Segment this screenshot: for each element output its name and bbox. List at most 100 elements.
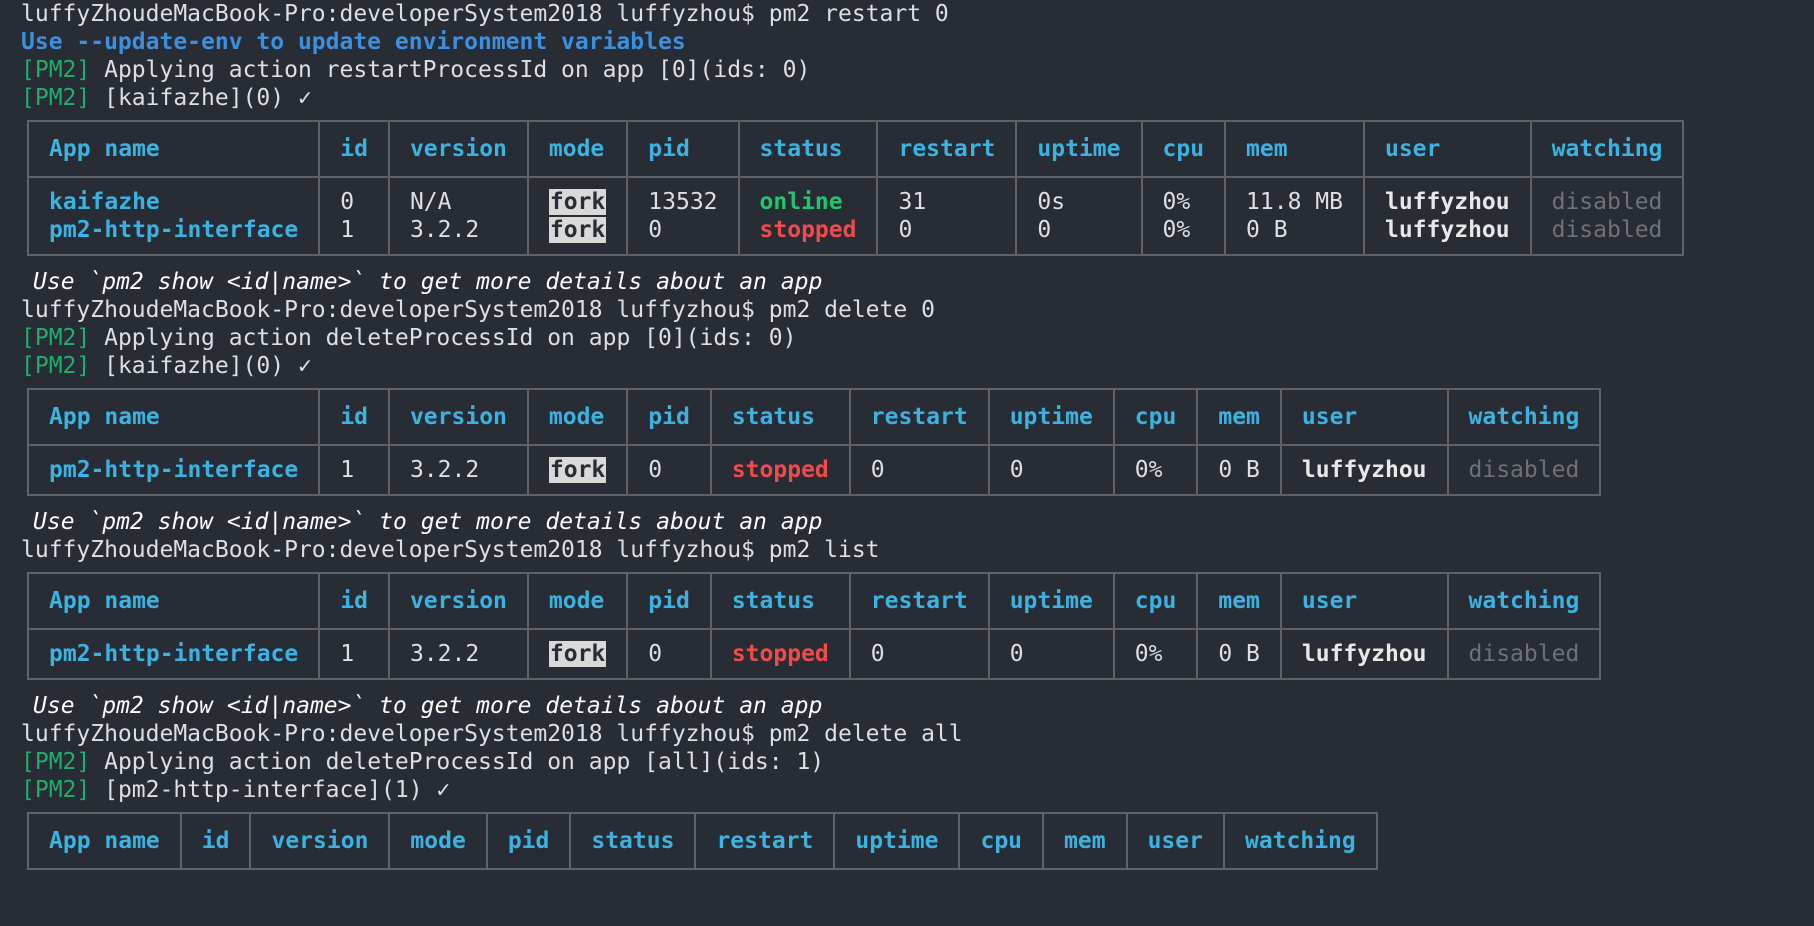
status-cell: online stopped: [737, 176, 879, 256]
cell-line: 0 B: [1246, 216, 1343, 244]
id-value: 0: [340, 189, 355, 215]
cell-line: 0 B: [1218, 456, 1260, 484]
process-table: App name id version mode pid status restart upt…: [26, 572, 1602, 680]
cell-line: 1: [340, 456, 368, 484]
status-value: stopped: [731, 457, 829, 483]
status-value: stopped: [759, 217, 857, 243]
column-header: mode: [526, 388, 629, 446]
cell-line: 0: [898, 216, 995, 244]
user-cell: luffyzhou luffyzhou: [1362, 176, 1532, 256]
cell-line: kaifazhe: [49, 188, 298, 216]
version-cell: 3.2.2: [387, 444, 529, 496]
cell-line: stopped: [732, 640, 829, 668]
column-header: mem: [1196, 388, 1282, 446]
column-header: watching: [1529, 120, 1685, 178]
column-header: mem: [1042, 812, 1128, 870]
id-cell: 1: [318, 444, 390, 496]
table-header-row: App name id version mode pid status restart upt…: [27, 812, 1378, 870]
cell-line: disabled: [1552, 188, 1663, 216]
process-table: App name id version mode pid status restart upt…: [27, 812, 1378, 870]
version-cell: N/A 3.2.2: [387, 176, 529, 256]
user-value: luffyzhou: [1301, 457, 1427, 483]
column-header: cpu: [958, 812, 1045, 870]
column-header: App name: [26, 120, 321, 178]
version-value: N/A: [409, 189, 452, 215]
cell-line: pm2-http-interface: [49, 216, 298, 244]
table-header-row: App name id version mode pid status restart upt…: [26, 572, 1602, 630]
pm2-log-text: Applying action restartProcessId on app …: [90, 57, 811, 83]
column-header: restart: [876, 120, 1018, 178]
name-value: pm2-http-interface: [49, 457, 299, 483]
cell-line: 0: [871, 456, 968, 484]
column-header: cpu: [1140, 120, 1227, 178]
restart-value: 0: [870, 641, 885, 667]
mode-cell: fork: [526, 628, 629, 680]
cell-line: disabled: [1469, 640, 1580, 668]
column-header: version: [387, 572, 529, 630]
cell-line: 0: [1037, 216, 1120, 244]
id-value: 1: [340, 457, 355, 483]
command-prompt-line: luffyZhoudeMacBook-Pro:developerSystem20…: [21, 537, 880, 563]
column-header: user: [1279, 572, 1449, 630]
column-header: App name: [26, 388, 321, 446]
cell-line: 0: [1010, 640, 1093, 668]
cell-line: 0: [340, 188, 368, 216]
cell-line: 11.8 MB: [1246, 188, 1343, 216]
cpu-cell: 0% 0%: [1140, 176, 1227, 256]
cell-line: 0%: [1163, 188, 1205, 216]
app-name-cell: kaifazhe pm2-http-interface: [26, 176, 321, 256]
column-header: version: [387, 388, 529, 446]
version-value: 3.2.2: [409, 457, 480, 483]
column-header: App name: [26, 572, 321, 630]
column-header: uptime: [833, 812, 961, 870]
user-cell: luffyzhou: [1279, 628, 1449, 680]
show-details-note: Use `pm2 show <id|name>` to get more det…: [33, 509, 823, 535]
column-header: pid: [626, 572, 712, 630]
cell-line: fork: [548, 456, 607, 484]
cpu-value: 0%: [1134, 641, 1163, 667]
column-header: uptime: [987, 388, 1115, 446]
restart-cell: 0: [848, 628, 990, 680]
id-cell: 01: [318, 176, 390, 256]
column-header: status: [737, 120, 879, 178]
uptime-value: 0s: [1037, 189, 1066, 215]
pm2-log-line: [PM2] [pm2-http-interface](1) ✓: [21, 776, 1814, 804]
command-prompt-line: luffyZhoudeMacBook-Pro:developerSystem20…: [21, 297, 935, 323]
column-header: user: [1279, 388, 1449, 446]
pm2-log-text: Applying action deleteProcessId on app […: [90, 325, 797, 351]
column-header: user: [1125, 812, 1225, 870]
pid-cell: 13532 0: [626, 176, 740, 256]
update-env-hint: Use --update-env to update environment v…: [21, 29, 686, 55]
process-table: App name id version mode pid status restart upt…: [26, 120, 1685, 256]
terminal-output[interactable]: luffyZhoudeMacBook-Pro:developerSystem20…: [21, 0, 1814, 882]
pid-value: 13532: [648, 189, 718, 215]
pm2-tag: [PM2]: [21, 85, 91, 111]
version-value: 3.2.2: [409, 641, 480, 667]
mem-cell: 11.8 MB 0 B: [1224, 176, 1365, 256]
cell-line: 3.2.2: [410, 456, 507, 484]
pm2-log-text: Applying action deleteProcessId on app […: [90, 749, 825, 775]
restart-value: 31: [898, 189, 927, 215]
column-header: pid: [626, 388, 712, 446]
cell-line: fork: [548, 640, 607, 668]
cell-line: luffyzhou: [1302, 456, 1427, 484]
watching-value: disabled: [1551, 217, 1663, 243]
table-row: pm2-http-interface 1 3.2.2 fork 0 stopped 0 0 0%…: [26, 444, 1602, 496]
restart-cell: 0: [848, 444, 990, 496]
user-value: luffyzhou: [1301, 641, 1427, 667]
column-header: restart: [848, 572, 990, 630]
column-header: watching: [1446, 388, 1602, 446]
show-details-note: Use `pm2 show <id|name>` to get more det…: [33, 693, 823, 719]
uptime-cell: 0: [987, 444, 1115, 496]
cell-line: luffyzhou: [1385, 216, 1510, 244]
column-header: cpu: [1112, 388, 1199, 446]
id-value: 1: [340, 217, 355, 243]
pm2-tag: [PM2]: [21, 353, 91, 379]
column-header: pid: [485, 812, 572, 870]
cell-line: 3.2.2: [410, 216, 507, 244]
cell-line: luffyzhou: [1385, 188, 1510, 216]
watching-value: disabled: [1551, 189, 1663, 215]
column-header: id: [179, 812, 252, 870]
cpu-cell: 0%: [1112, 628, 1199, 680]
table-row: pm2-http-interface 1 3.2.2 fork 0 stopped 0 0 0%…: [26, 628, 1602, 680]
